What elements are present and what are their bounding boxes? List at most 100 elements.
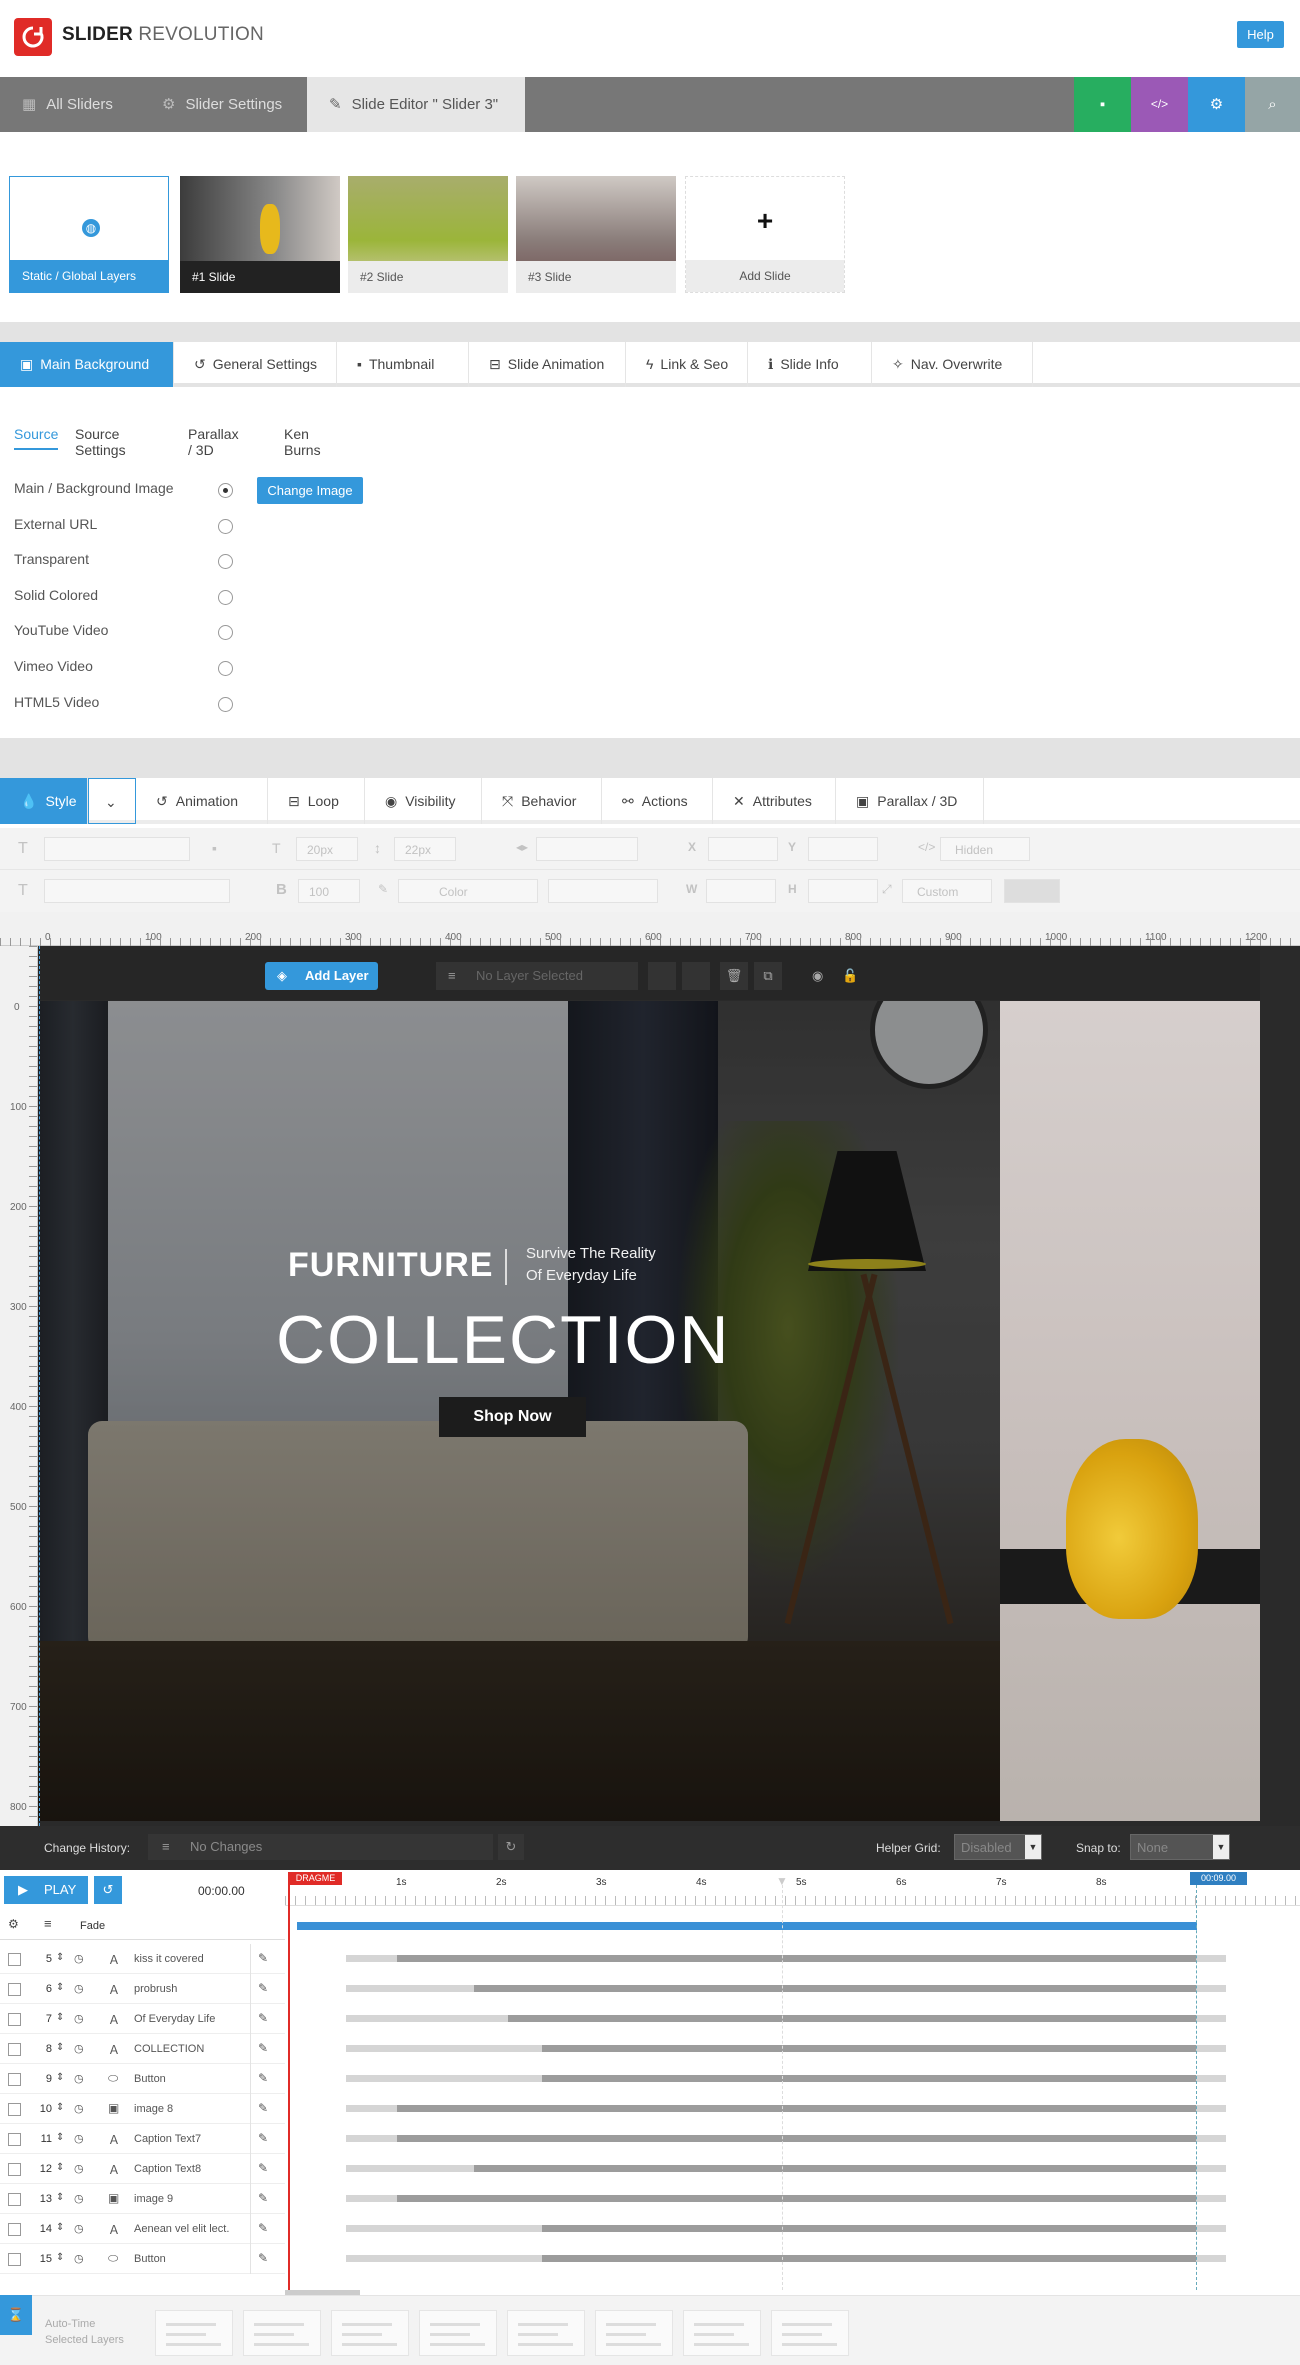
lock-icon[interactable]: 🔓	[842, 962, 858, 990]
tab-actions[interactable]: ⚯ Actions	[602, 778, 713, 824]
pencil-icon[interactable]: ✎	[258, 2131, 268, 2145]
layer-checkbox[interactable]	[8, 2073, 21, 2086]
layer-checkbox[interactable]	[8, 2193, 21, 2206]
undo-icon[interactable]: ↻	[498, 1834, 524, 1860]
play-button[interactable]: ▶ PLAY	[4, 1876, 88, 1904]
x-input[interactable]	[708, 837, 778, 861]
pencil-icon[interactable]: ✎	[258, 2101, 268, 2115]
pencil-icon[interactable]: ✎	[258, 2221, 268, 2235]
style-dropdown[interactable]: ⌄	[88, 778, 136, 824]
layer-duration-bar[interactable]	[542, 2075, 1196, 2082]
layer-duration-bar[interactable]	[474, 1985, 1196, 1992]
layer-in-bar[interactable]	[346, 2075, 542, 2082]
tab-parallax[interactable]: ▣ Parallax / 3D	[836, 778, 984, 824]
tab-thumbnail[interactable]: ▪ Thumbnail	[337, 342, 469, 387]
timing-preset[interactable]	[155, 2310, 233, 2356]
timer-icon[interactable]: ◷	[74, 1952, 84, 1965]
custom-select[interactable]: Custom	[902, 879, 992, 903]
slide-2[interactable]: #2 Slide	[348, 176, 508, 293]
tagline-layer-1[interactable]: Survive The Reality	[526, 1245, 656, 1262]
history-icon[interactable]: ↺	[94, 1876, 122, 1904]
gear-icon[interactable]: ⚙	[8, 1917, 19, 1931]
layer-checkbox[interactable]	[8, 2133, 21, 2146]
tab-general-settings[interactable]: ↺ General Settings	[174, 342, 337, 387]
duplicate-icon[interactable]: ⧉	[754, 962, 782, 990]
tab-slide-animation[interactable]: ⊟ Slide Animation	[469, 342, 626, 387]
timing-preset[interactable]	[683, 2310, 761, 2356]
timing-preset[interactable]	[595, 2310, 673, 2356]
nav-slider-settings[interactable]: ⚙ Slider Settings	[140, 77, 310, 132]
tagline-layer-2[interactable]: Of Everyday Life	[526, 1267, 637, 1284]
sort-icon[interactable]: ⇕	[56, 2132, 64, 2143]
layer-row[interactable]: 7 ⇕ ◷ Ａ Of Everyday Life ✎	[0, 2004, 285, 2034]
pencil-icon[interactable]: ✎	[258, 2071, 268, 2085]
trash-icon[interactable]: 🗑	[720, 962, 748, 990]
timer-icon[interactable]: ◷	[74, 1982, 84, 1995]
sort-icon[interactable]: ⇕	[56, 1982, 64, 1993]
pencil-icon[interactable]: ✎	[258, 2191, 268, 2205]
sort-icon[interactable]: ⇕	[56, 2042, 64, 2053]
radio-html5[interactable]	[218, 697, 233, 712]
layer-out-bar[interactable]	[1196, 1955, 1226, 1962]
subtab-ken-burns[interactable]: Ken Burns	[284, 426, 321, 464]
search-button[interactable]: ⌕	[1245, 77, 1300, 132]
y-input[interactable]	[808, 837, 878, 861]
lock-buttons[interactable]	[1004, 879, 1060, 903]
layer-row[interactable]: 10 ⇕ ◷ ▣ image 8 ✎	[0, 2094, 285, 2124]
tab-link-seo[interactable]: ϟ Link & Seo	[626, 342, 748, 387]
style-select[interactable]	[44, 879, 230, 903]
layer-duration-bar[interactable]	[397, 2105, 1196, 2112]
layer-in-bar[interactable]	[346, 1955, 397, 1962]
tab-visibility[interactable]: ◉ Visibility	[365, 778, 482, 824]
sort-icon[interactable]: ⇕	[56, 2252, 64, 2263]
layer-duration-bar[interactable]	[397, 2195, 1196, 2202]
layer-duration-bar[interactable]	[542, 2045, 1196, 2052]
layer-checkbox[interactable]	[8, 1953, 21, 1966]
layer-action-button[interactable]	[682, 962, 710, 990]
auto-time-icon[interactable]: ⌛	[0, 2295, 32, 2335]
layer-row[interactable]: 12 ⇕ ◷ Ａ Caption Text8 ✎	[0, 2154, 285, 2184]
subtab-source[interactable]: Source	[14, 426, 59, 450]
pencil-icon[interactable]: ✎	[258, 2011, 268, 2025]
pencil-icon[interactable]: ✎	[258, 1981, 268, 1995]
timer-icon[interactable]: ◷	[74, 2012, 84, 2025]
end-time-handle[interactable]: 00:09.00	[1190, 1872, 1247, 1885]
align-buttons[interactable]	[536, 837, 638, 861]
tab-slide-info[interactable]: ℹ Slide Info	[748, 342, 872, 387]
pencil-icon[interactable]: ✎	[258, 2041, 268, 2055]
add-layer-button[interactable]: ◈ Add Layer	[265, 962, 378, 990]
layer-row[interactable]: 8 ⇕ ◷ Ａ COLLECTION ✎	[0, 2034, 285, 2064]
timer-icon[interactable]: ◷	[74, 2222, 84, 2235]
layer-duration-bar[interactable]	[397, 1955, 1196, 1962]
pencil-icon[interactable]: ✎	[258, 2161, 268, 2175]
pencil-icon[interactable]: ✎	[258, 1951, 268, 1965]
sort-icon[interactable]: ⇕	[56, 2192, 64, 2203]
layer-checkbox[interactable]	[8, 2013, 21, 2026]
layer-in-bar[interactable]	[346, 2225, 542, 2232]
playhead[interactable]	[288, 1872, 290, 2292]
subtab-source-settings[interactable]: Source Settings	[75, 426, 126, 464]
nav-slide-editor[interactable]: ✎ Slide Editor " Slider 3"	[307, 77, 525, 132]
tab-behavior[interactable]: ⤧ Behavior	[482, 778, 602, 824]
layer-row[interactable]: 11 ⇕ ◷ Ａ Caption Text7 ✎	[0, 2124, 285, 2154]
slide-static-layers[interactable]: ◍ Static / Global Layers	[9, 176, 169, 293]
radio-external-url[interactable]	[218, 519, 233, 534]
timer-icon[interactable]: ◷	[74, 2132, 84, 2145]
layer-row[interactable]: 14 ⇕ ◷ Ａ Aenean vel elit lect. ✎	[0, 2214, 285, 2244]
layer-row[interactable]: 5 ⇕ ◷ Ａkiss it covered ✎	[0, 1944, 285, 1974]
layer-in-bar[interactable]	[346, 2045, 542, 2052]
add-slide-button[interactable]: + Add Slide	[685, 176, 845, 293]
line-height-input[interactable]: 22px	[394, 837, 456, 861]
layer-duration-bar[interactable]	[397, 2135, 1196, 2142]
tab-animation[interactable]: ↺ Animation	[136, 778, 268, 824]
sort-icon[interactable]: ⇕	[56, 2102, 64, 2113]
history-select[interactable]: ≡ No Changes	[148, 1834, 493, 1860]
save-style-icon[interactable]: ▪	[212, 840, 217, 856]
layer-row[interactable]: 6 ⇕ ◷ Ａprobrush ✎	[0, 1974, 285, 2004]
timer-icon[interactable]: ◷	[74, 2072, 84, 2085]
sort-icon[interactable]: ⇕	[56, 2162, 64, 2173]
radio-main-bg[interactable]	[218, 483, 233, 498]
hidden-select[interactable]: Hidden	[940, 837, 1030, 861]
sort-icon[interactable]: ⇕	[56, 2072, 64, 2083]
tab-loop[interactable]: ⊟ Loop	[268, 778, 365, 824]
